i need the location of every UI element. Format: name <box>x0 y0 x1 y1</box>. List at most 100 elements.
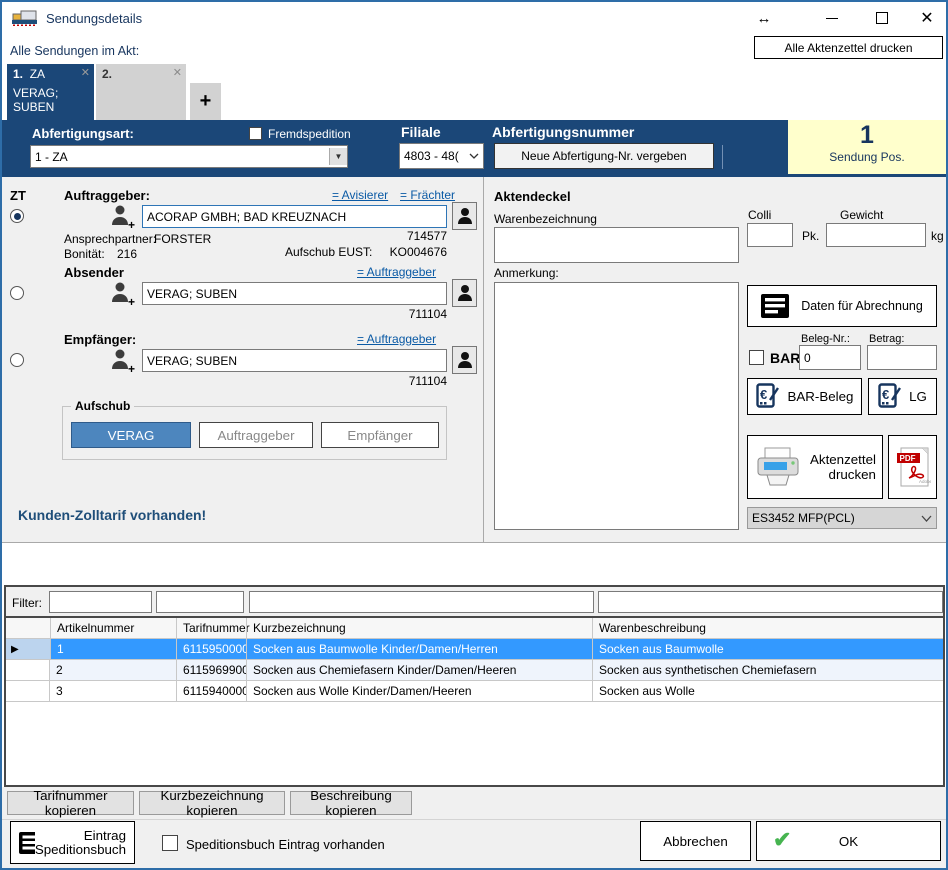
aufschub-verag-button[interactable]: VERAG <box>71 422 191 448</box>
fremdspedition-checkbox[interactable] <box>249 127 262 140</box>
filter-warenbeschreibung-input[interactable] <box>598 591 943 613</box>
copy-beschreibung-button[interactable]: Beschreibung kopieren <box>290 791 412 815</box>
euro-receipt-icon: € <box>756 383 780 410</box>
cell-artikelnummer: 2 <box>50 660 176 680</box>
aktenzettel-label-line2: drucken <box>829 467 876 482</box>
cancel-button[interactable]: Abbrechen <box>640 821 751 861</box>
neue-abfertigungsnr-button[interactable]: Neue Abfertigung-Nr. vergeben <box>494 143 714 169</box>
tab2-close-icon[interactable]: ✕ <box>173 66 182 79</box>
footer: Tarifnummer kopieren Kurzbezeichnung kop… <box>2 787 946 868</box>
add-contact-icon[interactable]: + <box>108 202 136 233</box>
close-button[interactable]: ✕ <box>914 6 940 30</box>
colli-input[interactable] <box>747 223 793 247</box>
col-header-warenbeschreibung[interactable]: Warenbeschreibung <box>592 618 943 638</box>
empfaenger-contact-button[interactable] <box>452 346 477 374</box>
pdf-button[interactable]: PDF Adobe <box>888 435 937 499</box>
filter-tarifnummer-input[interactable] <box>156 591 244 613</box>
copy-tarifnummer-button[interactable]: Tarifnummer kopieren <box>7 791 134 815</box>
aufschub-empfaenger-button[interactable]: Empfänger <box>321 422 439 448</box>
list-lines-icon <box>761 294 789 318</box>
maximize-button[interactable] <box>870 7 894 29</box>
auftraggeber-input[interactable] <box>142 205 447 228</box>
daten-fuer-abrechnung-button[interactable]: Daten für Abrechnung <box>747 285 937 327</box>
dropdown-arrow-icon: ▼ <box>329 148 347 165</box>
title-bar: Sendungsdetails ↔ ✕ <box>2 2 946 34</box>
tab-shipment-2[interactable]: ✕ 2. <box>96 64 186 120</box>
auftraggeber-contact-button[interactable] <box>452 202 477 230</box>
app-logo-truck-icon <box>12 9 38 30</box>
col-header-artikelnummer[interactable]: Artikelnummer <box>50 618 176 638</box>
betrag-input[interactable] <box>867 345 937 370</box>
anmerkung-textarea[interactable] <box>494 282 739 530</box>
minimize-button[interactable] <box>820 7 844 29</box>
tab2-number: 2. <box>102 67 112 81</box>
eintrag-speditionsbuch-button[interactable]: Eintrag Speditionsbuch <box>10 821 135 864</box>
radio-dot <box>14 213 21 220</box>
filiale-select[interactable]: 4803 - 48( <box>399 143 484 169</box>
person-icon <box>457 207 473 225</box>
absender-auftraggeber-link[interactable]: = Auftraggeber <box>357 265 436 279</box>
svg-text:Adobe: Adobe <box>919 479 931 484</box>
auftraggeber-radio[interactable] <box>10 209 24 223</box>
add-tab-button[interactable]: + <box>190 83 221 120</box>
table-row-3[interactable]: 3 61159400000 Socken aus Wolle Kinder/Da… <box>6 681 943 702</box>
aufschub-eust-value: KO004676 <box>347 245 447 259</box>
table-row-2[interactable]: 2 61159699000 Socken aus Chemiefasern Ki… <box>6 660 943 681</box>
svg-text:€: € <box>760 387 767 402</box>
aufschub-legend: Aufschub <box>71 399 134 413</box>
bar-label: BAR <box>770 350 800 366</box>
minimize-icon <box>826 18 838 19</box>
aufschub-auftraggeber-button[interactable]: Auftraggeber <box>199 422 313 448</box>
filter-label: Filter: <box>12 596 42 610</box>
add-contact-icon[interactable]: + <box>108 279 136 310</box>
anmerkung-label: Anmerkung: <box>494 266 559 280</box>
lg-button[interactable]: € LG <box>868 378 937 415</box>
col-header-tarifnummer[interactable]: Tarifnummer <box>176 618 246 638</box>
aufschub-groupbox: Aufschub VERAG Auftraggeber Empfänger <box>62 406 447 460</box>
colli-unit-label: Pk. <box>802 229 819 243</box>
empfaenger-auftraggeber-link[interactable]: = Auftraggeber <box>357 332 436 346</box>
lg-label: LG <box>909 389 927 404</box>
tab1-close-icon[interactable]: ✕ <box>81 66 90 79</box>
bonitaet-label: Bonität: <box>64 247 105 261</box>
filter-kurzbezeichnung-input[interactable] <box>249 591 594 613</box>
beleg-nr-input[interactable] <box>799 345 861 370</box>
table-header-row: Artikelnummer Tarifnummer Kurzbezeichnun… <box>6 618 943 639</box>
absender-contact-button[interactable] <box>452 279 477 307</box>
absender-radio[interactable] <box>10 286 24 300</box>
fraechter-link[interactable]: = Frächter <box>400 188 455 202</box>
col-header-kurzbezeichnung[interactable]: Kurzbezeichnung <box>246 618 592 638</box>
copy-kurzbezeichnung-button[interactable]: Kurzbezeichnung kopieren <box>139 791 285 815</box>
abfertigungsart-select[interactable]: 1 - ZA ▼ <box>30 145 348 168</box>
position-count: 1 <box>788 120 946 150</box>
gewicht-input[interactable] <box>826 223 926 247</box>
filiale-value: 4803 - 48( <box>404 149 459 163</box>
bar-checkbox[interactable] <box>749 350 764 365</box>
tab-shipment-1[interactable]: ✕ 1. ZA VERAG; SUBEN <box>7 64 94 120</box>
tab1-code: ZA <box>30 67 45 81</box>
table-row-1[interactable]: ▶ 1 61159500000 Socken aus Baumwolle Kin… <box>6 639 943 660</box>
empfaenger-input[interactable] <box>142 349 447 372</box>
filter-artikelnummer-input[interactable] <box>49 591 152 613</box>
bar-beleg-button[interactable]: € BAR-Beleg <box>747 378 862 415</box>
empfaenger-radio[interactable] <box>10 353 24 367</box>
aktendeckel-title: Aktendeckel <box>494 189 571 204</box>
add-contact-icon[interactable]: + <box>108 346 136 377</box>
tab1-number: 1. <box>13 67 23 81</box>
ok-button[interactable]: ✔ OK <box>756 821 941 861</box>
speditionsbuch-vorhanden-checkbox[interactable] <box>162 835 178 851</box>
euro-receipt-icon: € <box>878 383 902 410</box>
daten-fuer-abrechnung-label: Daten für Abrechnung <box>801 299 923 313</box>
cell-kurzbezeichnung: Socken aus Baumwolle Kinder/Damen/Herren <box>246 639 592 659</box>
cell-warenbeschreibung: Socken aus Wolle <box>592 681 943 701</box>
zt-label: ZT <box>10 188 26 203</box>
aktenzettel-drucken-button[interactable]: Aktenzettel drucken <box>747 435 883 499</box>
print-all-aktenzettel-button[interactable]: Alle Aktenzettel drucken <box>754 36 943 59</box>
warenbezeichnung-textarea[interactable] <box>494 227 739 263</box>
cell-artikelnummer: 3 <box>50 681 176 701</box>
avisierer-link[interactable]: = Avisierer <box>332 188 388 202</box>
absender-input[interactable] <box>142 282 447 305</box>
position-label: Sendung Pos. <box>788 150 946 164</box>
printer-select[interactable]: ES3452 MFP(PCL) <box>747 507 937 529</box>
resize-icon[interactable]: ↔ <box>752 7 776 29</box>
